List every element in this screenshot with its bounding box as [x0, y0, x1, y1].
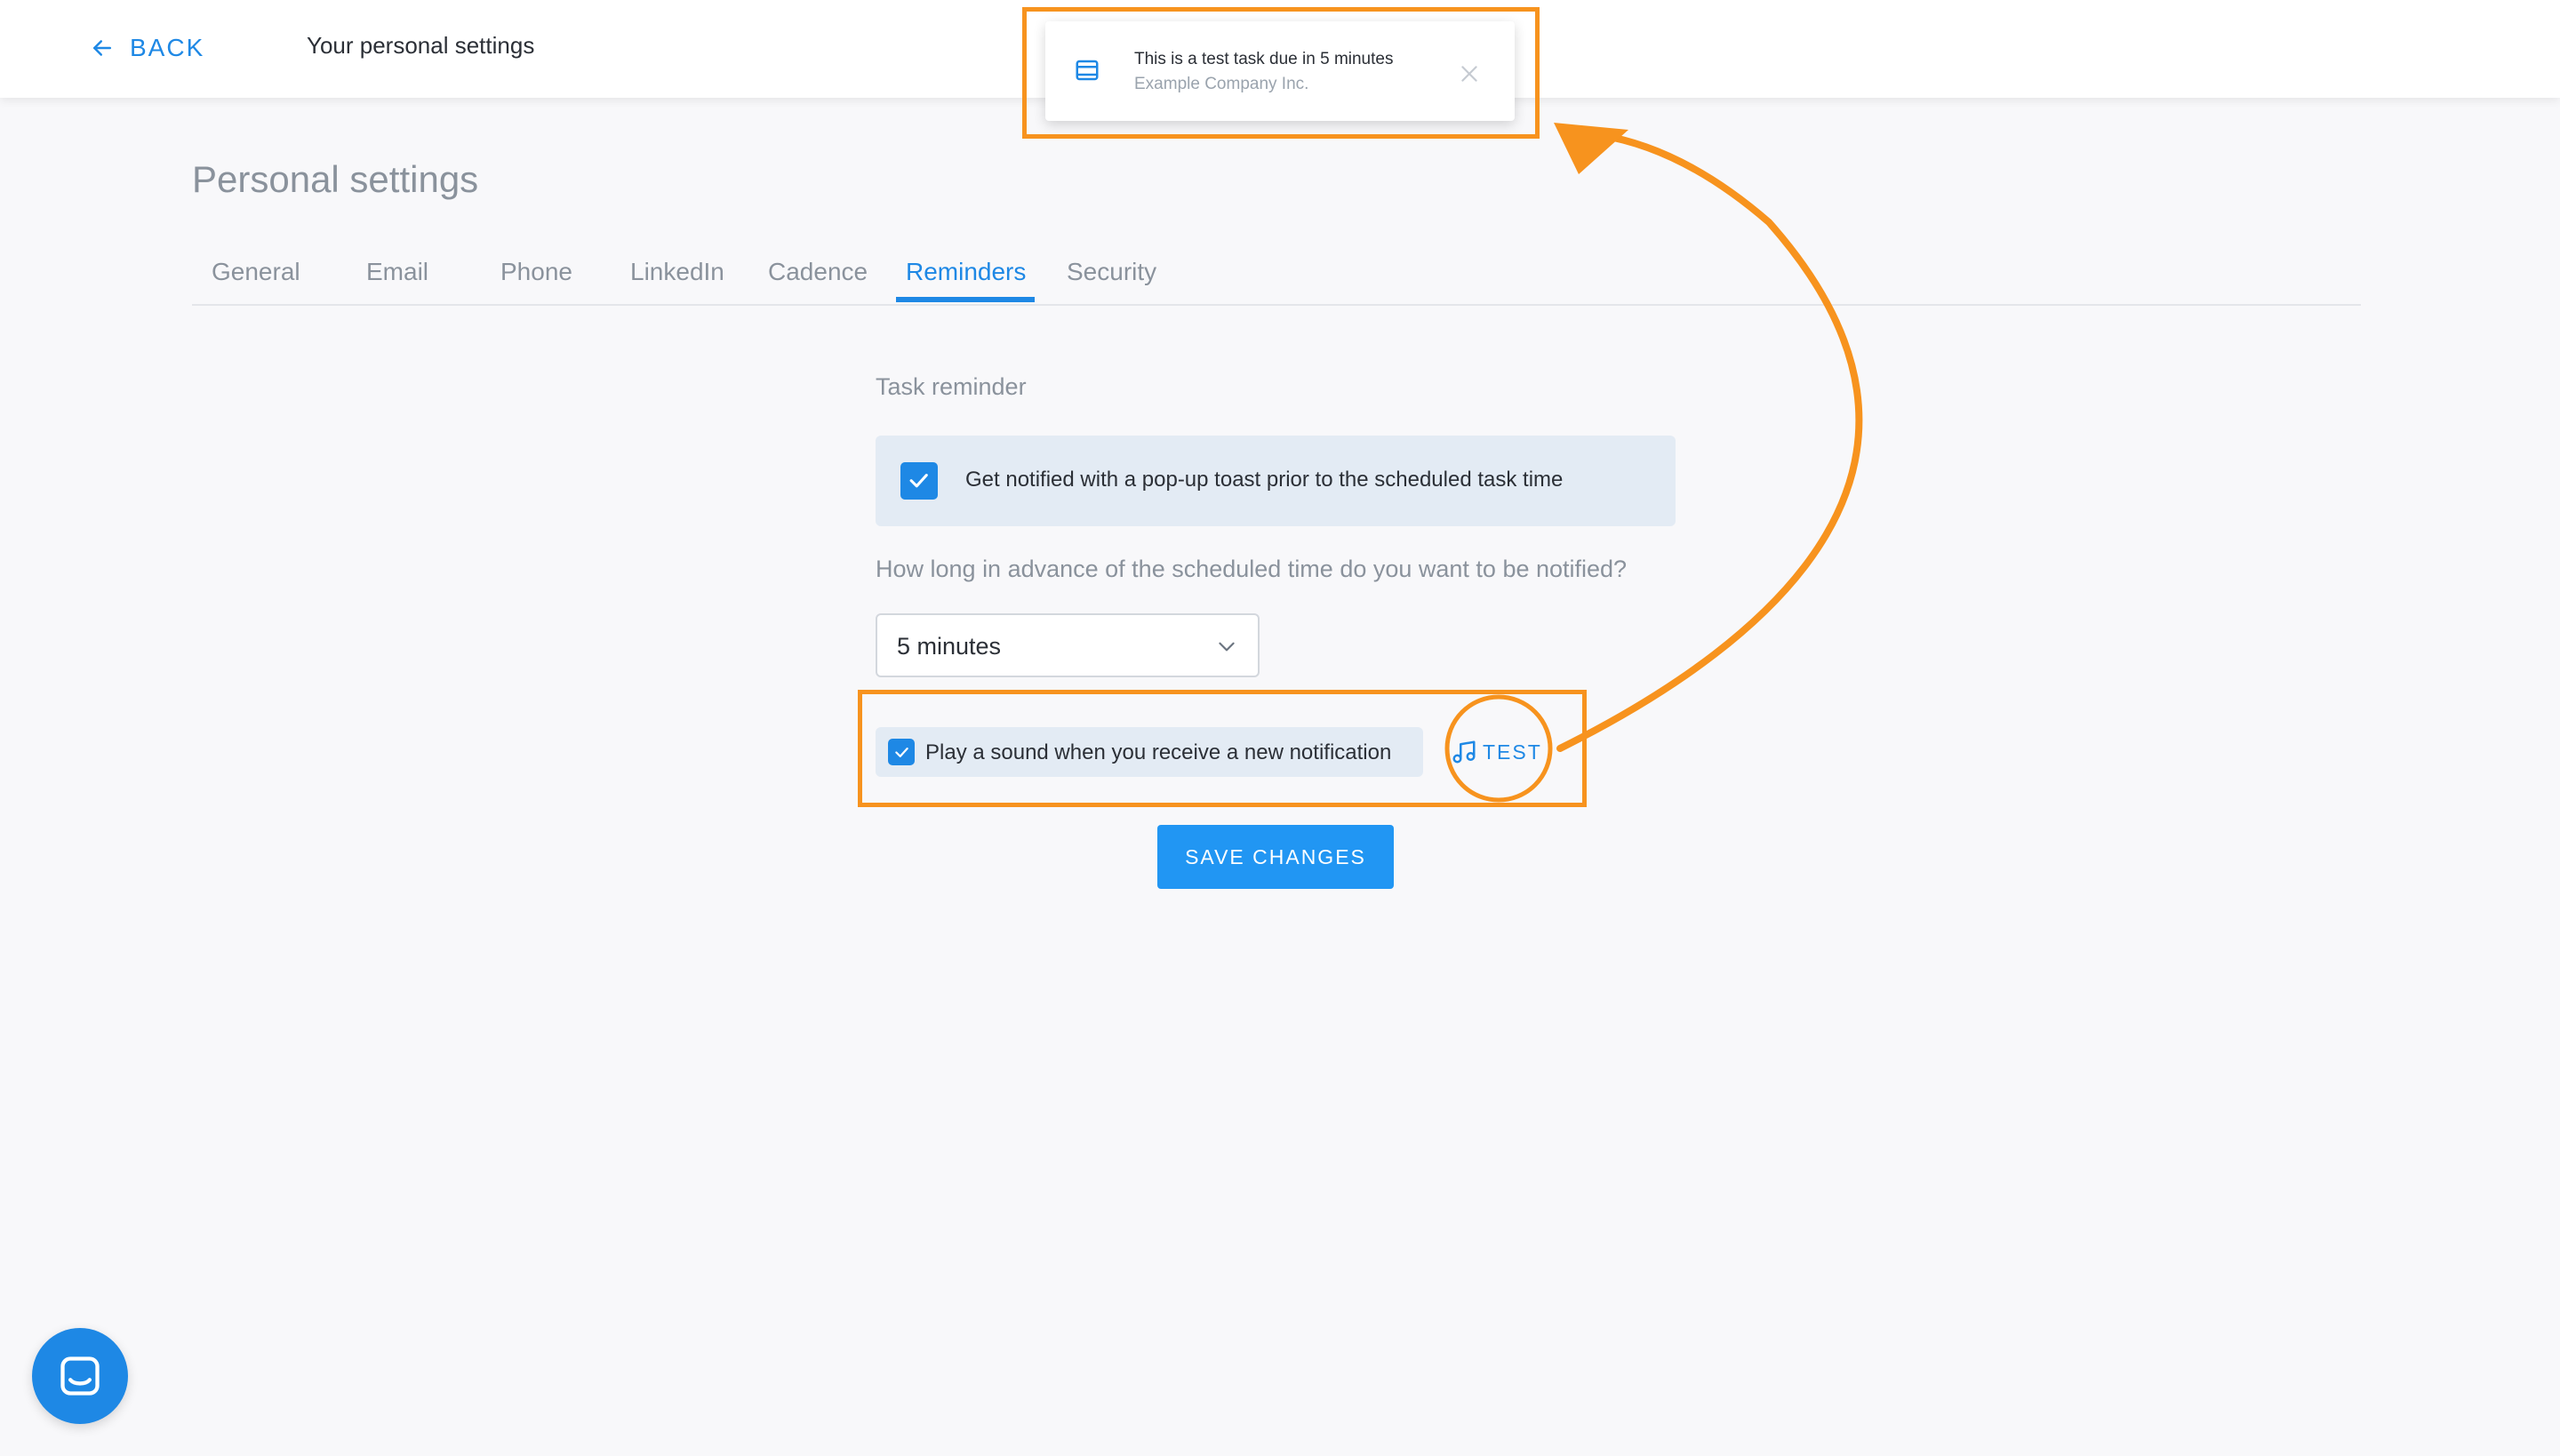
page-heading: Personal settings	[192, 158, 479, 200]
arrow-left-icon	[93, 40, 111, 56]
tab-reminders[interactable]: Reminders	[906, 258, 1026, 286]
chat-launcher-button[interactable]	[32, 1328, 128, 1424]
tab-phone[interactable]: Phone	[500, 258, 572, 286]
section-label: Task reminder	[876, 373, 1027, 400]
tab-general[interactable]: General	[212, 258, 300, 286]
arrow-head	[1554, 123, 1628, 174]
back-label: BACK	[130, 34, 205, 61]
toast-reminder-label: Get notified with a pop-up toast prior t…	[965, 468, 1564, 492]
advance-time-value: 5 minutes	[897, 633, 1002, 660]
advance-time-select[interactable]: 5 minutes	[876, 613, 1260, 677]
sound-highlight-box	[858, 690, 1587, 807]
toast-highlight-box	[1022, 7, 1540, 139]
save-changes-button[interactable]: SAVE CHANGES	[1157, 825, 1394, 889]
tab-cadence[interactable]: Cadence	[768, 258, 868, 286]
chevron-down-icon	[1219, 642, 1235, 652]
topbar-title: Your personal settings	[307, 32, 535, 59]
toast-reminder-checkbox[interactable]	[900, 462, 938, 500]
toast-reminder-option[interactable]: Get notified with a pop-up toast prior t…	[876, 436, 1676, 526]
chat-smile-icon	[60, 1356, 100, 1396]
active-tab-indicator	[896, 297, 1035, 302]
advance-question: How long in advance of the scheduled tim…	[876, 556, 1628, 582]
back-button[interactable]: BACK	[89, 30, 204, 66]
tab-security[interactable]: Security	[1067, 258, 1156, 286]
tab-email[interactable]: Email	[366, 258, 428, 286]
settings-tabs: General Email Phone LinkedIn Cadence Rem…	[192, 249, 2361, 306]
tab-linkedin[interactable]: LinkedIn	[630, 258, 724, 286]
check-icon	[909, 474, 929, 488]
